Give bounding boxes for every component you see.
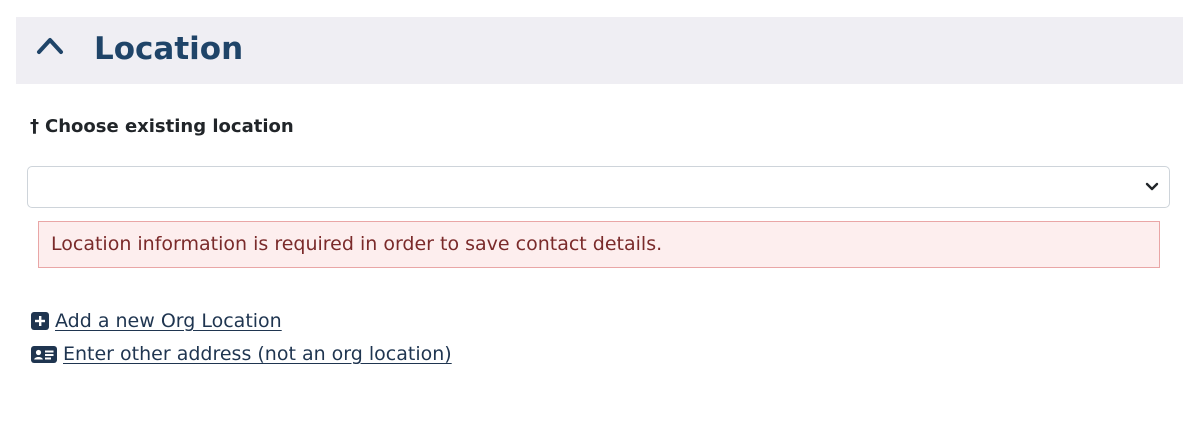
field-label: † Choose existing location	[30, 114, 294, 140]
alert-message: Location information is required in orde…	[51, 233, 663, 255]
enter-other-address-link[interactable]: Enter other address (not an org location…	[31, 343, 452, 365]
plus-square-icon	[31, 312, 49, 330]
field-label-text: Choose existing location	[45, 116, 294, 137]
location-select[interactable]	[27, 166, 1170, 208]
chevron-down-icon	[1145, 182, 1159, 191]
validation-alert: Location information is required in orde…	[38, 221, 1160, 268]
section-title: Location	[94, 31, 244, 67]
address-card-icon	[31, 345, 57, 363]
chevron-up-icon[interactable]	[36, 34, 64, 56]
add-org-location-link[interactable]: Add a new Org Location	[31, 310, 282, 332]
add-org-location-label[interactable]: Add a new Org Location	[55, 310, 282, 332]
required-marker: †	[30, 116, 39, 137]
enter-other-address-label[interactable]: Enter other address (not an org location…	[63, 343, 452, 365]
